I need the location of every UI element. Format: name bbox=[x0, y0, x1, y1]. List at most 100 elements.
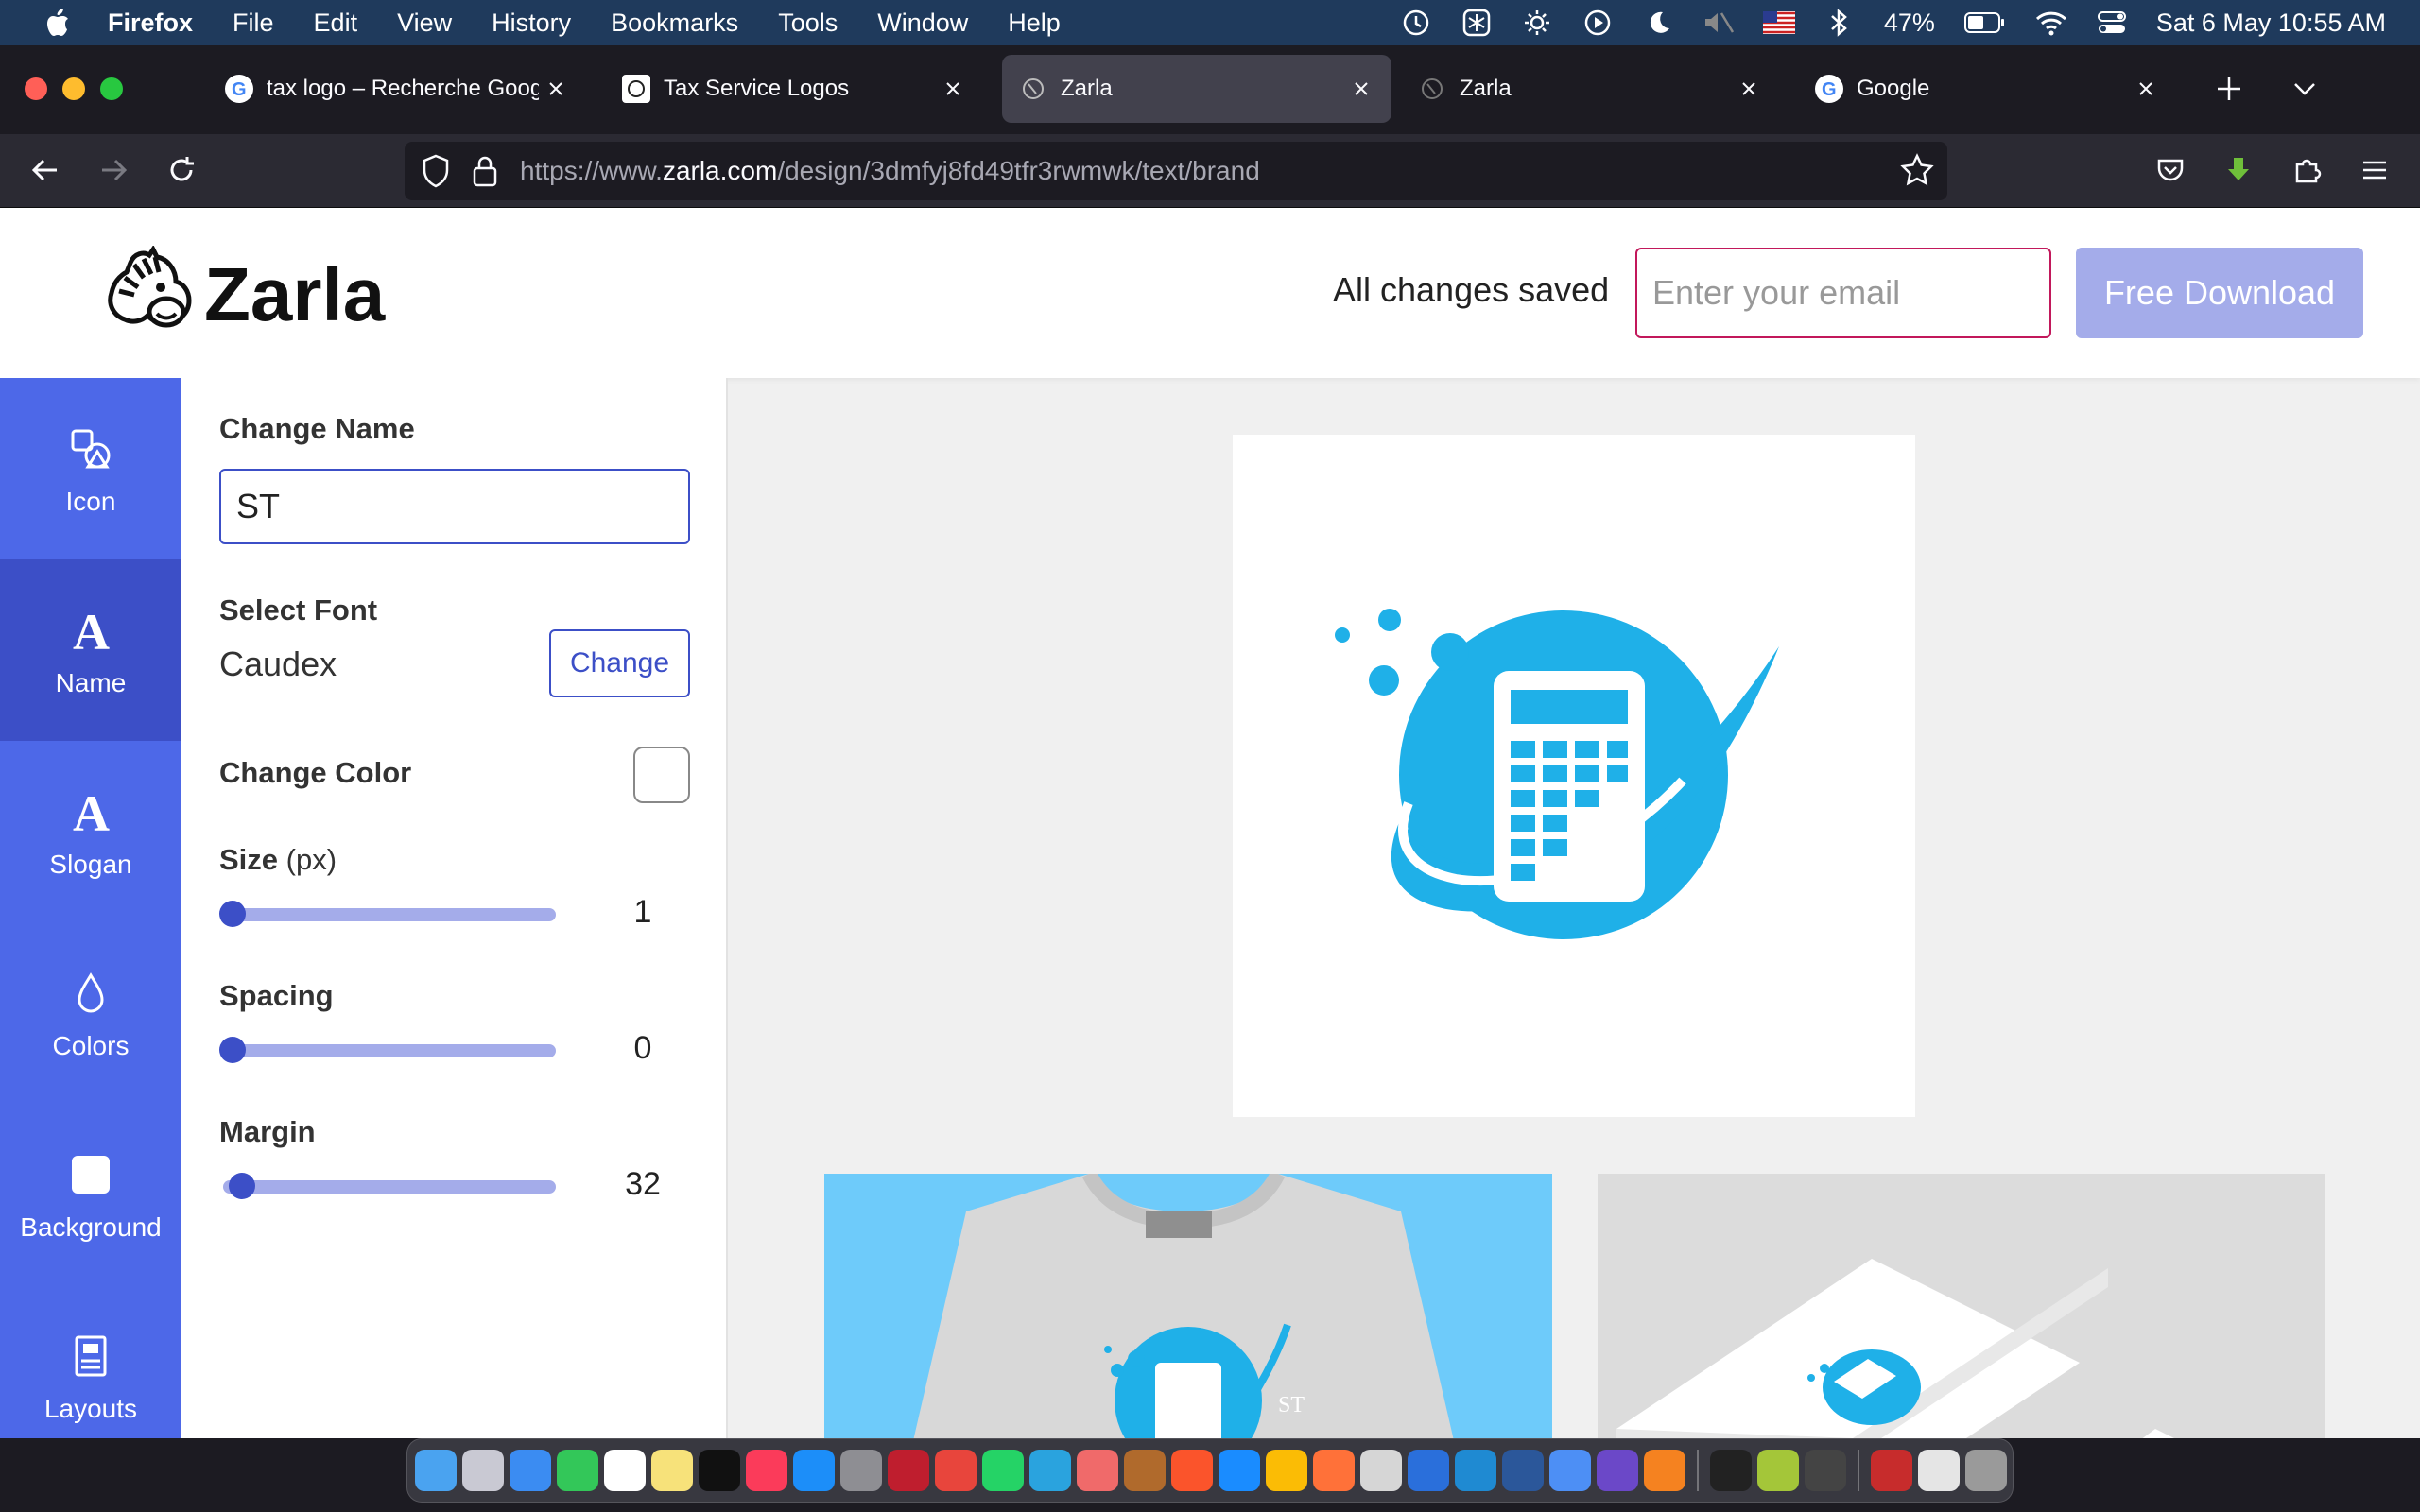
android-icon[interactable] bbox=[1757, 1450, 1799, 1491]
margin-slider[interactable] bbox=[219, 1172, 560, 1200]
xcode-icon[interactable] bbox=[1549, 1450, 1591, 1491]
email-input[interactable] bbox=[1635, 248, 2051, 338]
firefox-icon[interactable] bbox=[1313, 1450, 1355, 1491]
word-icon[interactable] bbox=[1502, 1450, 1544, 1491]
battery-icon[interactable] bbox=[1963, 7, 2007, 39]
chrome-icon[interactable] bbox=[1266, 1450, 1307, 1491]
url-text[interactable]: https://www.zarla.com/design/3dmfyj8fd49… bbox=[520, 156, 1260, 186]
control-center-icon[interactable] bbox=[2096, 7, 2128, 39]
sidebar-item-name[interactable]: A Name bbox=[0, 559, 182, 741]
close-tab-icon[interactable] bbox=[1732, 72, 1766, 106]
notes-icon[interactable] bbox=[651, 1450, 693, 1491]
tab-zarla-active[interactable]: Zarla bbox=[1002, 55, 1392, 123]
free-download-button[interactable]: Free Download bbox=[2076, 248, 2363, 338]
moon-icon[interactable] bbox=[1642, 7, 1674, 39]
safari-icon[interactable] bbox=[1219, 1450, 1260, 1491]
trash-icon[interactable] bbox=[1965, 1450, 2007, 1491]
slider-track[interactable] bbox=[223, 1180, 556, 1194]
mail-client-icon[interactable] bbox=[935, 1450, 977, 1491]
mail-icon[interactable] bbox=[510, 1450, 551, 1491]
finder-icon[interactable] bbox=[415, 1450, 457, 1491]
sidebar-item-slogan[interactable]: A Slogan bbox=[0, 741, 182, 922]
close-tab-icon[interactable] bbox=[2129, 72, 2163, 106]
unknown-app-icon[interactable] bbox=[1805, 1450, 1846, 1491]
document-icon[interactable] bbox=[1918, 1450, 1960, 1491]
filezilla-icon[interactable] bbox=[888, 1450, 929, 1491]
menu-history[interactable]: History bbox=[492, 9, 571, 38]
apple-icon[interactable] bbox=[38, 7, 76, 39]
slider-thumb[interactable] bbox=[219, 1037, 246, 1063]
tab-tax-service-logos[interactable]: Tax Service Logos bbox=[605, 55, 983, 123]
sidebar-item-background[interactable]: Background bbox=[0, 1104, 182, 1285]
sidebar-item-layouts[interactable]: Layouts bbox=[0, 1285, 182, 1438]
lock-icon[interactable] bbox=[471, 153, 499, 194]
tab-google-search[interactable]: G tax logo – Recherche Google bbox=[208, 55, 586, 123]
app-store-icon[interactable] bbox=[793, 1450, 835, 1491]
slider-track[interactable] bbox=[223, 1044, 556, 1057]
extensions-puzzle-icon[interactable] bbox=[2284, 147, 2329, 193]
close-tab-icon[interactable] bbox=[1344, 72, 1378, 106]
text-color-swatch[interactable] bbox=[633, 747, 690, 803]
whatsapp-icon[interactable] bbox=[982, 1450, 1024, 1491]
apple-tv-icon[interactable] bbox=[699, 1450, 740, 1491]
sublime-text-icon[interactable] bbox=[1644, 1450, 1685, 1491]
music-icon[interactable] bbox=[746, 1450, 787, 1491]
asana-icon[interactable] bbox=[1077, 1450, 1118, 1491]
menu-app-name[interactable]: Firefox bbox=[108, 9, 193, 38]
list-tabs-chevron-icon[interactable] bbox=[2282, 66, 2327, 112]
tracking-shield-icon[interactable] bbox=[420, 153, 452, 194]
tab-google[interactable]: G Google bbox=[1798, 55, 2176, 123]
reload-icon[interactable] bbox=[159, 147, 204, 193]
slider-thumb[interactable] bbox=[219, 901, 246, 927]
close-tab-icon[interactable] bbox=[936, 72, 970, 106]
facetime-icon[interactable] bbox=[557, 1450, 598, 1491]
new-tab-plus-icon[interactable] bbox=[2206, 66, 2252, 112]
tor-browser-icon[interactable] bbox=[1597, 1450, 1638, 1491]
hamburger-menu-icon[interactable] bbox=[2352, 147, 2397, 193]
terminal-icon[interactable] bbox=[1710, 1450, 1752, 1491]
snowflake-icon[interactable] bbox=[1461, 7, 1493, 39]
window-minimize-button[interactable] bbox=[62, 77, 85, 100]
time-machine-icon[interactable] bbox=[1400, 7, 1432, 39]
slider-thumb[interactable] bbox=[229, 1173, 255, 1199]
spacing-slider[interactable] bbox=[219, 1036, 560, 1064]
tableplus-icon[interactable] bbox=[1360, 1450, 1402, 1491]
menu-window[interactable]: Window bbox=[877, 9, 968, 38]
brand-name-input[interactable] bbox=[219, 469, 690, 544]
menu-tools[interactable]: Tools bbox=[778, 9, 838, 38]
us-flag-icon[interactable] bbox=[1762, 7, 1795, 39]
downloads-folder-icon[interactable] bbox=[1871, 1450, 1912, 1491]
pocket-icon[interactable] bbox=[2148, 147, 2193, 193]
zarla-logo-text[interactable]: Zarla bbox=[204, 251, 385, 338]
change-font-button[interactable]: Change bbox=[549, 629, 690, 697]
simplenote-icon[interactable] bbox=[1408, 1450, 1449, 1491]
menu-file[interactable]: File bbox=[233, 9, 274, 38]
system-settings-icon[interactable] bbox=[840, 1450, 882, 1491]
bluetooth-icon[interactable] bbox=[1824, 7, 1856, 39]
menu-edit[interactable]: Edit bbox=[314, 9, 358, 38]
bookmark-star-icon[interactable] bbox=[1900, 153, 1934, 192]
forward-arrow-icon[interactable] bbox=[91, 147, 136, 193]
telegram-icon[interactable] bbox=[1029, 1450, 1071, 1491]
close-tab-icon[interactable] bbox=[539, 72, 573, 106]
tab-zarla[interactable]: Zarla bbox=[1401, 55, 1779, 123]
launchpad-icon[interactable] bbox=[462, 1450, 504, 1491]
wifi-icon[interactable] bbox=[2035, 7, 2067, 39]
window-zoom-button[interactable] bbox=[100, 77, 123, 100]
zarla-zebra-logo-icon[interactable] bbox=[102, 245, 197, 340]
play-icon[interactable] bbox=[1582, 7, 1614, 39]
window-close-button[interactable] bbox=[25, 77, 47, 100]
brightness-icon[interactable] bbox=[1521, 7, 1553, 39]
size-slider[interactable] bbox=[219, 900, 560, 928]
url-bar[interactable]: https://www.zarla.com/design/3dmfyj8fd49… bbox=[405, 142, 1947, 200]
back-arrow-icon[interactable] bbox=[23, 147, 68, 193]
calendar-icon[interactable] bbox=[604, 1450, 646, 1491]
mute-icon[interactable] bbox=[1703, 7, 1735, 39]
vscode-icon[interactable] bbox=[1455, 1450, 1496, 1491]
menu-help[interactable]: Help bbox=[1008, 9, 1061, 38]
menu-bookmarks[interactable]: Bookmarks bbox=[611, 9, 738, 38]
bolt-app-icon[interactable] bbox=[1124, 1450, 1166, 1491]
sidebar-item-colors[interactable]: Colors bbox=[0, 922, 182, 1104]
brave-icon[interactable] bbox=[1171, 1450, 1213, 1491]
download-arrow-icon[interactable] bbox=[2216, 147, 2261, 193]
